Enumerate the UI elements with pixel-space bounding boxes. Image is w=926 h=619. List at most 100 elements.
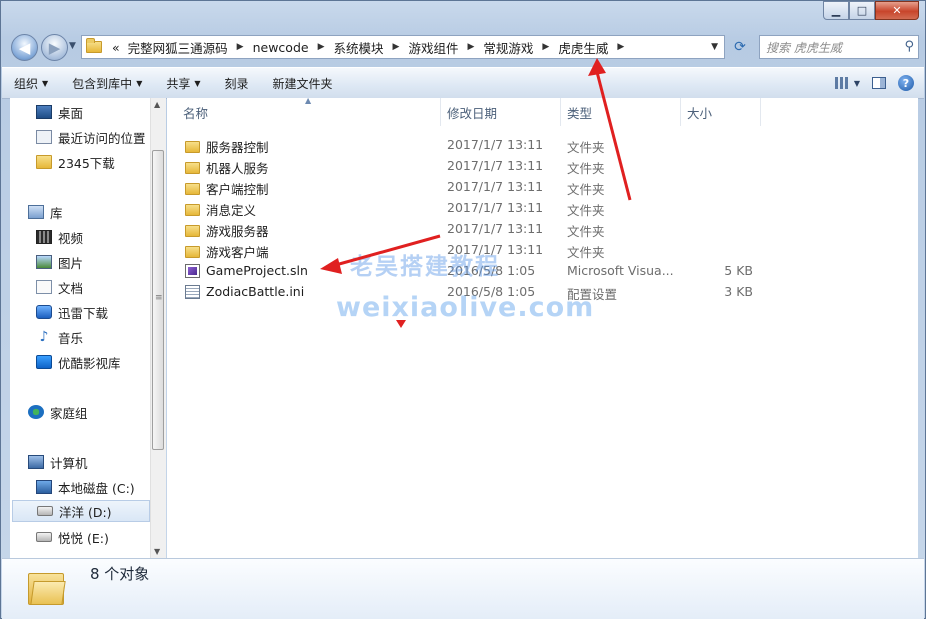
breadcrumb-item-current[interactable]: 虎虎生威	[554, 38, 612, 57]
sidebar-item-drive-e[interactable]: 悦悦 (E:)	[36, 526, 165, 548]
file-type: 文件夹	[567, 245, 605, 260]
file-row[interactable]: 服务器控制 2017/1/7 13:11 文件夹	[167, 134, 767, 155]
breadcrumb-item[interactable]: 游戏组件	[404, 38, 462, 57]
sidebar-item-label: 计算机	[50, 455, 88, 471]
file-row[interactable]: 游戏服务器 2017/1/7 13:11 文件夹	[167, 218, 767, 239]
sidebar-item-label: 本地磁盘 (C:)	[58, 480, 135, 496]
chevron-right-icon[interactable]: ▶	[462, 42, 479, 52]
forward-button[interactable]: ▶	[41, 34, 68, 61]
sidebar-item-drive-d[interactable]: 洋洋 (D:)	[12, 500, 150, 522]
pictures-library-icon	[36, 255, 52, 269]
command-bar: 组织 ▼ 包含到库中 ▼ 共享 ▼ 刻录 新建文件夹 ▼ ?	[2, 67, 924, 99]
system-drive-icon	[36, 480, 52, 494]
sidebar-item-label: 最近访问的位置	[58, 130, 146, 146]
file-type: 文件夹	[567, 161, 605, 176]
breadcrumb-overflow[interactable]: «	[108, 40, 124, 55]
chevron-down-icon: ▼	[136, 78, 143, 88]
scroll-up-icon[interactable]: ▲	[154, 100, 160, 109]
sidebar-item-computer[interactable]: 计算机	[28, 451, 165, 473]
search-icon[interactable]: ⚲	[904, 39, 914, 54]
column-header-type[interactable]: 类型	[561, 98, 681, 126]
file-type: 文件夹	[567, 203, 605, 218]
folder-icon	[185, 224, 200, 237]
change-view-button[interactable]: ▼	[834, 77, 860, 89]
breadcrumb-item[interactable]: 系统模块	[330, 38, 388, 57]
file-name-cell: 客户端控制	[185, 179, 269, 198]
folder-icon	[36, 155, 52, 169]
sidebar-item-libraries[interactable]: 库	[28, 201, 165, 223]
sidebar-item-recent-places[interactable]: 最近访问的位置	[36, 126, 165, 148]
maximize-button[interactable]: □	[849, 1, 875, 20]
file-row[interactable]: 消息定义 2017/1/7 13:11 文件夹	[167, 197, 767, 218]
sidebar-item-youku[interactable]: 优酷影视库	[36, 351, 165, 373]
file-name-cell: 消息定义	[185, 200, 256, 219]
file-row[interactable]: 客户端控制 2017/1/7 13:11 文件夹	[167, 176, 767, 197]
chevron-down-icon: ▼	[853, 78, 860, 88]
sidebar-item-desktop[interactable]: 桌面	[36, 101, 165, 123]
sidebar-item-videos[interactable]: 视频	[36, 226, 165, 248]
arrow-left-icon: ◀	[18, 38, 31, 57]
file-name: ZodiacBattle.ini	[206, 284, 305, 299]
drive-icon	[37, 506, 53, 516]
burn-button[interactable]: 刻录	[213, 68, 261, 98]
file-row[interactable]: 机器人服务 2017/1/7 13:11 文件夹	[167, 155, 767, 176]
file-size: 5 KB	[724, 263, 753, 278]
chevron-right-icon[interactable]: ▶	[537, 42, 554, 52]
documents-library-icon	[36, 280, 52, 294]
column-header-date[interactable]: 修改日期	[441, 98, 561, 126]
chevron-down-icon: ▼	[194, 78, 201, 88]
address-bar[interactable]: « 完整网狐三通源码 ▶ newcode ▶ 系统模块 ▶ 游戏组件 ▶ 常规游…	[81, 35, 725, 59]
organize-button[interactable]: 组织 ▼	[2, 68, 60, 98]
sidebar-item-2345-download[interactable]: 2345下载	[36, 151, 165, 173]
share-button[interactable]: 共享 ▼	[154, 68, 212, 98]
thunder-download-icon	[36, 305, 52, 319]
chevron-right-icon[interactable]: ▶	[232, 42, 249, 52]
sidebar-item-homegroup[interactable]: 家庭组	[28, 401, 165, 423]
chevron-right-icon[interactable]: ▶	[612, 42, 629, 52]
desktop-icon	[36, 105, 52, 119]
column-header-size[interactable]: 大小	[681, 98, 761, 126]
chevron-down-icon: ▼	[69, 41, 76, 51]
breadcrumb-item[interactable]: 常规游戏	[479, 38, 537, 57]
breadcrumb-item[interactable]: 完整网狐三通源码	[124, 38, 232, 57]
scroll-down-icon[interactable]: ▼	[154, 547, 160, 556]
search-placeholder: 搜索 虎虎生威	[766, 40, 842, 55]
address-history-dropdown[interactable]: ▼	[711, 42, 718, 52]
help-button[interactable]: ?	[898, 75, 914, 91]
chevron-right-icon[interactable]: ▶	[313, 42, 330, 52]
drive-icon	[36, 532, 52, 542]
minimize-button[interactable]: ▁	[823, 1, 849, 20]
recent-pages-dropdown[interactable]: ▼	[69, 41, 76, 51]
library-icon	[28, 205, 44, 219]
sidebar-item-music[interactable]: ♪ 音乐	[36, 326, 165, 348]
column-header-name[interactable]: 名称	[167, 98, 441, 126]
sidebar-item-label: 优酷影视库	[58, 355, 121, 371]
navigation-scrollbar[interactable]: ▲ ≡ ▼	[150, 98, 166, 558]
sidebar-item-drive-c[interactable]: 本地磁盘 (C:)	[36, 476, 165, 498]
column-header-label: 修改日期	[447, 105, 498, 121]
back-button[interactable]: ◀	[11, 34, 38, 61]
scrollbar-grip-icon: ≡	[155, 293, 163, 303]
watermark-title: 老吴搭建教程	[350, 254, 500, 280]
close-button[interactable]: ✕	[875, 1, 919, 20]
breadcrumb-item[interactable]: newcode	[249, 40, 313, 55]
preview-pane-button[interactable]	[872, 77, 886, 89]
column-header-label: 名称	[183, 105, 209, 121]
sidebar-item-documents[interactable]: 文档	[36, 276, 165, 298]
chevron-right-icon[interactable]: ▶	[388, 42, 405, 52]
file-type: 文件夹	[567, 182, 605, 197]
file-date: 2017/1/7 13:11	[447, 179, 544, 194]
sidebar-item-label: 音乐	[58, 330, 84, 346]
sidebar-item-label: 悦悦 (E:)	[58, 530, 109, 546]
new-folder-button[interactable]: 新建文件夹	[261, 68, 345, 98]
search-input[interactable]: 搜索 虎虎生威 ⚲	[759, 35, 919, 59]
file-name-cell: ZodiacBattle.ini	[185, 284, 304, 299]
video-library-icon	[36, 230, 52, 244]
file-date: 2017/1/7 13:11	[447, 200, 544, 215]
include-in-library-button[interactable]: 包含到库中 ▼	[60, 68, 154, 98]
file-type: 文件夹	[567, 224, 605, 239]
file-date: 2017/1/7 13:11	[447, 137, 544, 152]
sidebar-item-thunder-download[interactable]: 迅雷下载	[36, 301, 165, 323]
refresh-button[interactable]: ⟳	[729, 35, 751, 59]
sidebar-item-pictures[interactable]: 图片	[36, 251, 165, 273]
